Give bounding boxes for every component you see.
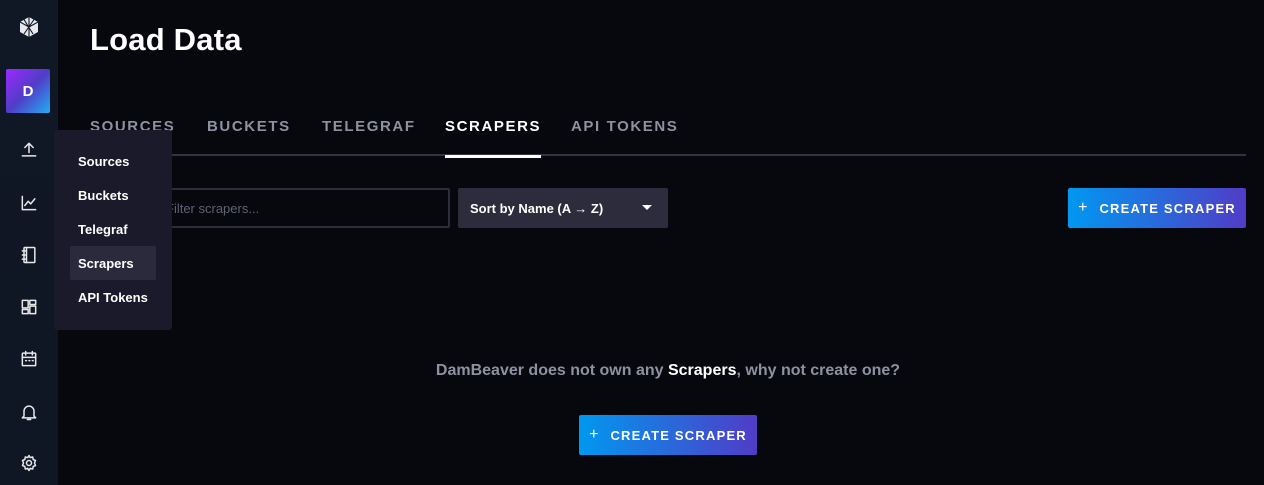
tab-scrapers[interactable]: SCRAPERS	[445, 118, 542, 158]
influx-cube-icon[interactable]	[14, 12, 44, 42]
empty-state-message: DamBeaver does not own any Scrapers, why…	[0, 362, 1264, 380]
search-input[interactable]: Filter scrapers...	[148, 188, 450, 228]
plus-icon: +	[1078, 199, 1088, 216]
tab-telegraf[interactable]: TELEGRAF	[322, 118, 416, 156]
notebook-icon[interactable]	[17, 243, 41, 267]
tab-buckets[interactable]: BUCKETS	[207, 118, 291, 156]
sort-dropdown[interactable]: Sort by Name (A → Z)	[458, 188, 668, 228]
create-scraper-label: CREATE SCRAPER	[1099, 200, 1236, 216]
sort-label: Sort by Name (A → Z)	[470, 200, 604, 216]
caret-down-icon	[642, 205, 652, 210]
empty-state-suffix: , why not create one?	[736, 362, 901, 379]
flyout-item-buckets[interactable]: Buckets	[70, 178, 156, 212]
upload-icon[interactable]	[17, 138, 41, 162]
create-scraper-label: CREATE SCRAPER	[610, 427, 747, 443]
flyout-item-api-tokens[interactable]: API Tokens	[70, 280, 156, 314]
create-scraper-button-empty[interactable]: + CREATE SCRAPER	[579, 415, 757, 455]
bell-icon[interactable]	[17, 400, 41, 424]
tab-bar: SOURCES BUCKETS TELEGRAF SCRAPERS API TO…	[90, 116, 1246, 158]
create-scraper-button[interactable]: + CREATE SCRAPER	[1068, 188, 1246, 228]
flyout-item-telegraf[interactable]: Telegraf	[70, 212, 156, 246]
flyout-item-scrapers[interactable]: Scrapers	[70, 246, 156, 280]
load-data-flyout-menu: Sources Buckets Telegraf Scrapers API To…	[54, 130, 172, 330]
plus-icon: +	[589, 426, 599, 443]
left-nav: D	[0, 0, 58, 485]
gear-icon[interactable]	[17, 451, 41, 475]
org-avatar[interactable]: D	[6, 69, 50, 113]
avatar-letter: D	[22, 82, 34, 100]
flyout-item-sources[interactable]: Sources	[70, 144, 156, 178]
graph-icon[interactable]	[17, 191, 41, 215]
empty-state-prefix: DamBeaver does not own any	[435, 362, 668, 379]
empty-state-highlight: Scrapers	[667, 362, 737, 379]
page-title: Load Data	[90, 22, 242, 57]
dashboards-icon[interactable]	[17, 295, 41, 319]
tab-api-tokens[interactable]: API TOKENS	[571, 118, 678, 156]
